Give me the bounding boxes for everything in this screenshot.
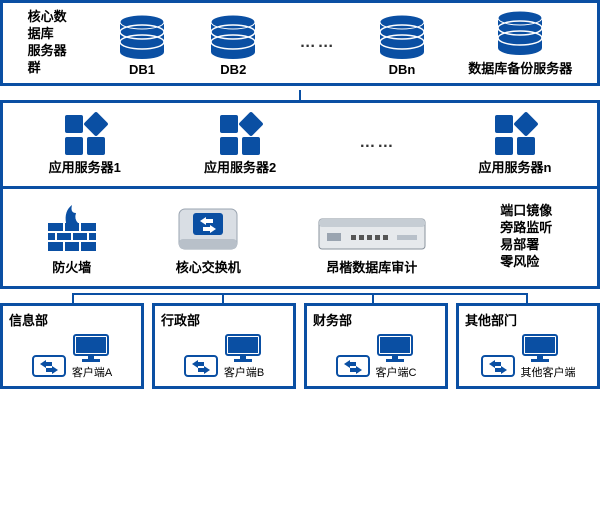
monitor-icon [521, 333, 559, 363]
monitor-icon [224, 333, 262, 363]
app-server-2: 应用服务器2 [204, 111, 276, 176]
dept-finance: 财务部 客户端C [304, 303, 448, 389]
dept-admin: 行政部 客户端B [152, 303, 296, 389]
connector-multi [0, 293, 600, 303]
db2: DB2 [208, 14, 258, 77]
database-icon [377, 14, 427, 60]
mini-switch-icon [32, 352, 66, 380]
ellipsis: …… [300, 34, 336, 52]
app-icon [61, 111, 109, 155]
db1: DB1 [117, 14, 167, 77]
dept-info: 信息部 客户端A [0, 303, 144, 389]
switch-icon [173, 199, 243, 255]
database-icon [208, 14, 258, 60]
tier-db: 核心数据库 服务器群 DB1 DB2 …… DBn 数据库备份服务器 [0, 0, 600, 86]
app-icon [491, 111, 539, 155]
mini-switch-icon [184, 352, 218, 380]
core-switch: 核心交换机 [173, 199, 243, 276]
db-backup: 数据库备份服务器 [468, 10, 572, 77]
dept-other: 其他部门 其他客户端 [456, 303, 600, 389]
tier-app-net: 应用服务器1 应用服务器2 …… 应用服务器n [0, 100, 600, 289]
mini-switch-icon [481, 352, 515, 380]
app-server-1: 应用服务器1 [49, 111, 121, 176]
connector [0, 90, 600, 100]
firewall-icon [44, 199, 100, 255]
database-icon [495, 10, 545, 56]
app-icon [216, 111, 264, 155]
app-server-n: 应用服务器n [478, 111, 551, 176]
db-audit: 昂楷数据库审计 [317, 213, 427, 276]
dbn: DBn [377, 14, 427, 77]
database-icon [117, 14, 167, 60]
tier-depts: 信息部 客户端A 行政部 客户端B 财务部 客户端C [0, 303, 600, 389]
audit-note: 端口镜像 旁路监听 易部署 零风险 [500, 203, 556, 271]
mini-switch-icon [336, 352, 370, 380]
ellipsis: …… [359, 134, 395, 152]
audit-device-icon [317, 213, 427, 255]
db-group-label: 核心数据库 服务器群 [28, 9, 76, 77]
monitor-icon [376, 333, 414, 363]
firewall: 防火墙 [44, 199, 100, 276]
monitor-icon [72, 333, 110, 363]
